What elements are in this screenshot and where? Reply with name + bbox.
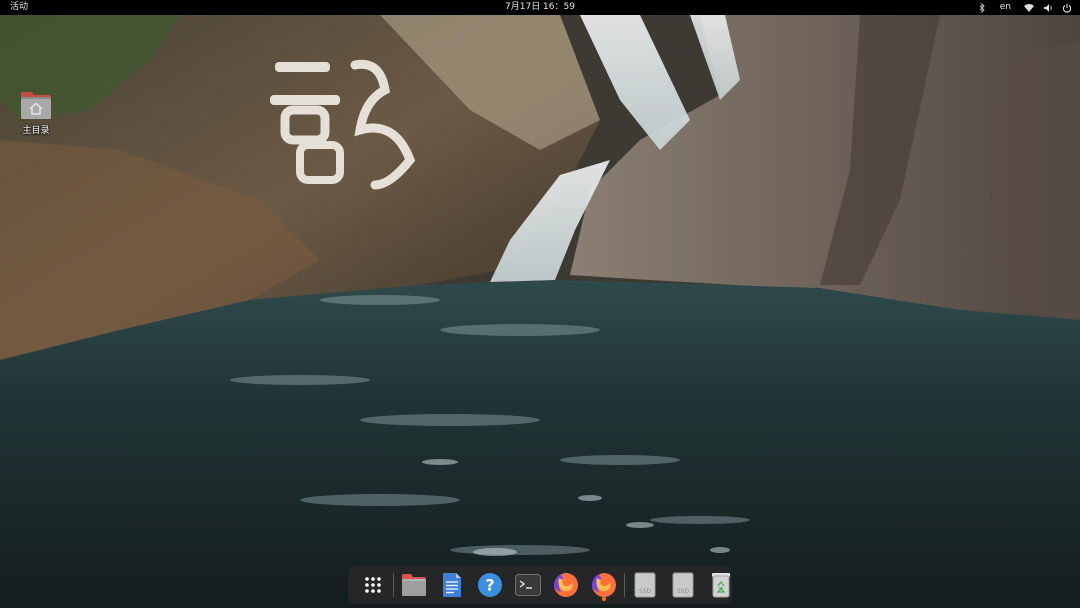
desktop-screen: 活动 7月17日 16：59 en 主目录 ? SSD SSD <box>0 0 1080 608</box>
power-icon[interactable] <box>1062 3 1072 13</box>
terminal-icon <box>515 574 541 596</box>
running-indicator <box>602 597 606 601</box>
dock-trash-button[interactable] <box>702 566 740 604</box>
clock-button[interactable]: 7月17日 16：59 <box>505 2 575 12</box>
bluetooth-icon[interactable] <box>977 2 987 13</box>
dock-files-button[interactable] <box>395 566 433 604</box>
dock-separator <box>393 573 394 597</box>
dock-help-button[interactable]: ? <box>471 566 509 604</box>
system-tray: en <box>977 0 1072 15</box>
ssd-label: SSD <box>639 588 652 595</box>
dock-drive-2-button[interactable]: SSD <box>664 566 702 604</box>
top-bar: 活动 7月17日 16：59 en <box>0 0 1080 15</box>
dock-drive-1-button[interactable]: SSD <box>626 566 664 604</box>
ssd-drive-icon: SSD <box>634 572 656 598</box>
home-folder-icon <box>21 92 51 119</box>
help-icon: ? <box>478 573 502 597</box>
svg-text:?: ? <box>485 576 494 595</box>
ssd-drive-icon: SSD <box>672 572 694 598</box>
wallpaper-image <box>0 0 1080 608</box>
language-indicator[interactable]: en <box>996 0 1015 15</box>
wifi-icon[interactable] <box>1024 3 1034 13</box>
dock: ? SSD SSD <box>348 566 732 604</box>
ssd-label: SSD <box>677 588 690 595</box>
desktop-icon-home[interactable]: 主目录 <box>14 90 58 136</box>
folder-icon <box>402 574 426 596</box>
firefox-icon <box>592 573 616 597</box>
activities-button[interactable]: 活动 <box>10 0 28 15</box>
dock-firefox-button[interactable] <box>547 566 585 604</box>
dock-terminal-button[interactable] <box>509 566 547 604</box>
dock-firefox-running-button[interactable] <box>585 566 623 604</box>
show-apps-button[interactable] <box>354 566 392 604</box>
volume-icon[interactable] <box>1043 3 1053 13</box>
firefox-icon <box>554 573 578 597</box>
dock-text-editor-button[interactable] <box>433 566 471 604</box>
clock: 7月17日 16：59 <box>0 0 1080 15</box>
trash-icon <box>712 573 730 598</box>
desktop-icon-label: 主目录 <box>22 126 50 136</box>
app-grid-icon <box>365 577 381 593</box>
document-icon <box>443 573 461 597</box>
dock-separator <box>624 573 625 597</box>
